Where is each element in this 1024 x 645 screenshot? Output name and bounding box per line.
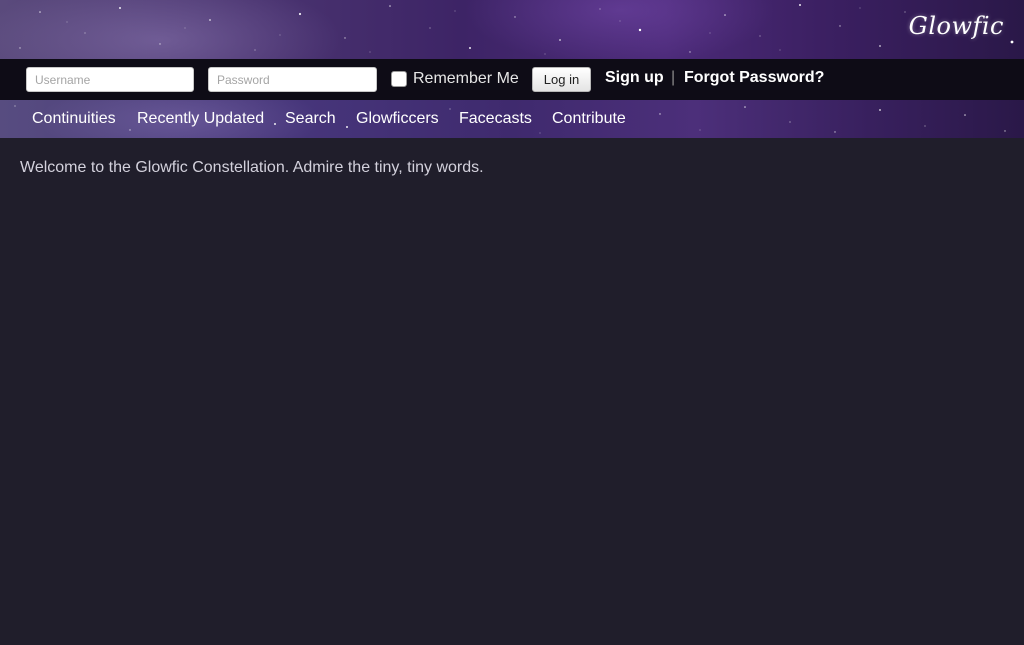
nav-glowficcers[interactable]: Glowficcers [356, 110, 439, 128]
nav-contribute[interactable]: Contribute [552, 110, 626, 128]
remember-me-checkbox[interactable] [391, 71, 407, 87]
header-banner: Glowfic [0, 0, 1024, 59]
main-nav: Continuities Recently Updated Search Glo… [0, 100, 1024, 138]
nav-search[interactable]: Search [285, 110, 336, 128]
login-bar: Remember Me Log in Sign up | Forgot Pass… [0, 59, 1024, 100]
forgot-password-link[interactable]: Forgot Password? [684, 69, 824, 87]
nav-continuities[interactable]: Continuities [32, 110, 116, 128]
remember-me[interactable]: Remember Me [391, 70, 519, 88]
site-logo[interactable]: Glowfic [909, 12, 1004, 40]
nav-facecasts[interactable]: Facecasts [459, 110, 532, 128]
nav-recently-updated[interactable]: Recently Updated [137, 110, 264, 128]
login-button[interactable]: Log in [532, 67, 591, 92]
signup-link[interactable]: Sign up [605, 69, 664, 87]
password-input[interactable] [208, 67, 377, 92]
username-input[interactable] [26, 67, 194, 92]
welcome-message: Welcome to the Glowfic Constellation. Ad… [20, 159, 484, 176]
remember-me-label: Remember Me [413, 70, 519, 87]
auth-separator: | [671, 69, 676, 86]
starfield-background [19, 4, 1014, 55]
